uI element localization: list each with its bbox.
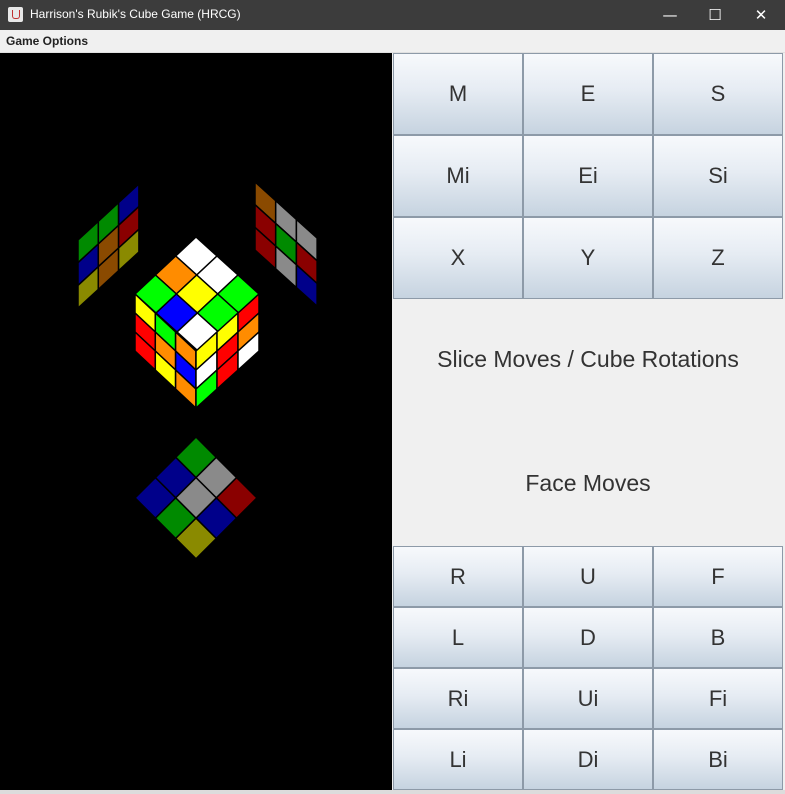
close-button[interactable]: ✕ [738, 0, 784, 30]
move-button-e[interactable]: E [523, 53, 653, 135]
slice-moves-label: Slice Moves / Cube Rotations [437, 346, 739, 372]
face-moves-grid: R U F L D B Ri Ui Fi Li Di Bi [393, 546, 783, 790]
move-button-m[interactable]: M [393, 53, 523, 135]
menu-bar: Game Options [0, 30, 785, 53]
move-button-b[interactable]: B [653, 607, 783, 668]
move-button-mi[interactable]: Mi [393, 135, 523, 217]
move-button-ei[interactable]: Ei [523, 135, 653, 217]
cube-canvas[interactable] [0, 53, 392, 790]
bottom-edge [0, 790, 785, 794]
java-cup-icon [8, 7, 23, 22]
move-button-bi[interactable]: Bi [653, 729, 783, 790]
move-button-di[interactable]: Di [523, 729, 653, 790]
move-button-x[interactable]: X [393, 217, 523, 299]
move-button-d[interactable]: D [523, 607, 653, 668]
menu-game-options[interactable]: Game Options [6, 34, 88, 48]
bottom-reflection [134, 435, 258, 560]
move-button-fi[interactable]: Fi [653, 668, 783, 729]
face-moves-label: Face Moves [525, 470, 651, 496]
move-button-s[interactable]: S [653, 53, 783, 135]
back-right-reflection [254, 180, 318, 308]
move-button-f[interactable]: F [653, 546, 783, 607]
title-bar: Harrison's Rubik's Cube Game (HRCG) — ☐ … [0, 0, 785, 30]
move-button-si[interactable]: Si [653, 135, 783, 217]
move-button-y[interactable]: Y [523, 217, 653, 299]
back-left-reflection [77, 182, 140, 310]
move-button-ri[interactable]: Ri [393, 668, 523, 729]
window-title: Harrison's Rubik's Cube Game (HRCG) [30, 7, 241, 21]
slice-moves-grid: M E S Mi Ei Si X Y Z [393, 53, 783, 299]
move-button-z[interactable]: Z [653, 217, 783, 299]
cube-view[interactable] [0, 53, 392, 790]
maximize-button[interactable]: ☐ [692, 0, 738, 30]
move-button-r[interactable]: R [393, 546, 523, 607]
minimize-button[interactable]: — [647, 0, 693, 30]
move-button-ui[interactable]: Ui [523, 668, 653, 729]
move-button-l[interactable]: L [393, 607, 523, 668]
move-button-u[interactable]: U [523, 546, 653, 607]
move-button-li[interactable]: Li [393, 729, 523, 790]
